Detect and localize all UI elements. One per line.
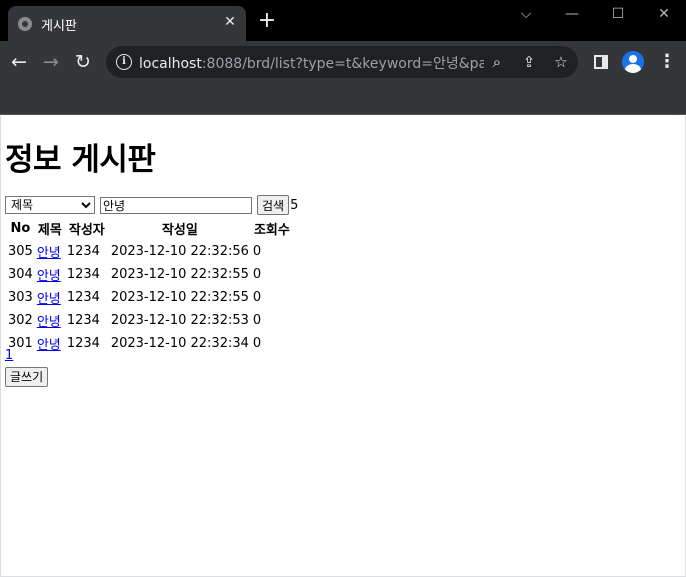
bookmarks-bar: [0, 84, 686, 115]
write-post-button[interactable]: 글쓰기: [5, 366, 49, 387]
address-bar[interactable]: i localhost:8088/brd/list?type=t&keyword…: [106, 46, 578, 78]
cell-date: 2023-12-10 22:32:53: [110, 313, 249, 328]
url-path: :8088/brd/list?type=t&keyword=안녕&pag...: [201, 56, 484, 72]
pagination: 1: [5, 348, 13, 363]
post-title-link[interactable]: 안녕: [37, 338, 61, 353]
browser-tab[interactable]: 게시판 ✕: [8, 6, 246, 41]
cell-no: 305: [8, 244, 33, 259]
cell-no: 304: [8, 267, 33, 282]
tab-search-icon[interactable]: ⌵: [506, 2, 546, 26]
col-header-title: 제목: [37, 223, 62, 238]
search-type-select[interactable]: 제목: [5, 196, 95, 214]
col-header-date: 작성일: [161, 223, 198, 238]
zoom-icon[interactable]: ⌕: [487, 52, 507, 72]
page-link-1[interactable]: 1: [5, 348, 13, 363]
table-row: 302 안녕 1234 2023-12-10 22:32:53 0: [7, 310, 292, 331]
cell-views: 0: [252, 336, 262, 351]
search-input[interactable]: [100, 196, 252, 214]
table-row: 303 안녕 1234 2023-12-10 22:32:55 0: [7, 287, 292, 308]
reload-icon[interactable]: ↻: [72, 51, 94, 73]
maximize-button[interactable]: ☐: [598, 2, 638, 26]
cell-views: 0: [252, 290, 262, 305]
search-button[interactable]: 검색: [257, 195, 290, 215]
cell-date: 2023-12-10 22:32:55: [110, 290, 249, 305]
table-row: 301 안녕 1234 2023-12-10 22:32:34 0: [7, 333, 292, 354]
cell-date: 2023-12-10 22:32:34: [110, 336, 249, 351]
col-header-no: No: [10, 221, 31, 236]
col-header-views: 조회수: [253, 223, 290, 238]
side-panel-icon[interactable]: [594, 55, 608, 69]
minimize-button[interactable]: —: [552, 2, 592, 26]
board-table: No 제목 작성자 작성일 조회수 305 안녕 1234 2023-12-10…: [5, 216, 294, 356]
page-content: 정보 게시판 제목 검색 5 No 제목 작성자 작성일 조회수 305 안녕 …: [0, 116, 686, 577]
table-row: 304 안녕 1234 2023-12-10 22:32:55 0: [7, 264, 292, 285]
forward-icon[interactable]: →: [40, 51, 62, 73]
url-host: localhost: [139, 56, 202, 72]
cell-date: 2023-12-10 22:32:55: [110, 267, 249, 282]
bookmark-star-icon[interactable]: ☆: [551, 52, 571, 72]
post-title-link[interactable]: 안녕: [37, 315, 61, 330]
cell-writer: 1234: [66, 336, 100, 351]
table-header-row: No 제목 작성자 작성일 조회수: [7, 218, 292, 239]
search-form: 제목 검색 5: [5, 195, 298, 215]
cell-writer: 1234: [66, 313, 100, 328]
new-tab-button[interactable]: +: [257, 10, 277, 32]
menu-icon[interactable]: ⋮: [658, 51, 676, 73]
table-row: 305 안녕 1234 2023-12-10 22:32:56 0: [7, 241, 292, 262]
tab-title: 게시판: [41, 19, 77, 34]
tab-strip: 게시판 ✕ + ⌵ — ☐ ✕: [0, 0, 686, 41]
tab-close-icon[interactable]: ✕: [222, 14, 238, 30]
cell-date: 2023-12-10 22:32:56: [110, 244, 249, 259]
result-count: 5: [290, 197, 299, 213]
site-info-icon[interactable]: i: [116, 54, 132, 70]
back-icon[interactable]: ←: [8, 51, 30, 73]
post-title-link[interactable]: 안녕: [37, 292, 61, 307]
profile-avatar[interactable]: [622, 51, 644, 73]
cell-writer: 1234: [66, 267, 100, 282]
cell-views: 0: [252, 244, 262, 259]
cell-no: 303: [8, 290, 33, 305]
close-window-button[interactable]: ✕: [644, 2, 684, 26]
page-title: 정보 게시판: [5, 142, 156, 178]
cell-views: 0: [252, 313, 262, 328]
globe-icon: [18, 17, 32, 31]
cell-writer: 1234: [66, 290, 100, 305]
write-row: 글쓰기: [5, 366, 49, 387]
post-title-link[interactable]: 안녕: [37, 269, 61, 284]
url-text[interactable]: localhost:8088/brd/list?type=t&keyword=안…: [139, 53, 484, 73]
post-title-link[interactable]: 안녕: [37, 246, 61, 261]
col-header-writer: 작성자: [68, 223, 105, 238]
share-icon[interactable]: ⇪: [519, 52, 539, 72]
browser-toolbar: ← → ↻ i localhost:8088/brd/list?type=t&k…: [0, 41, 686, 84]
cell-views: 0: [252, 267, 262, 282]
cell-writer: 1234: [66, 244, 100, 259]
cell-no: 302: [8, 313, 33, 328]
